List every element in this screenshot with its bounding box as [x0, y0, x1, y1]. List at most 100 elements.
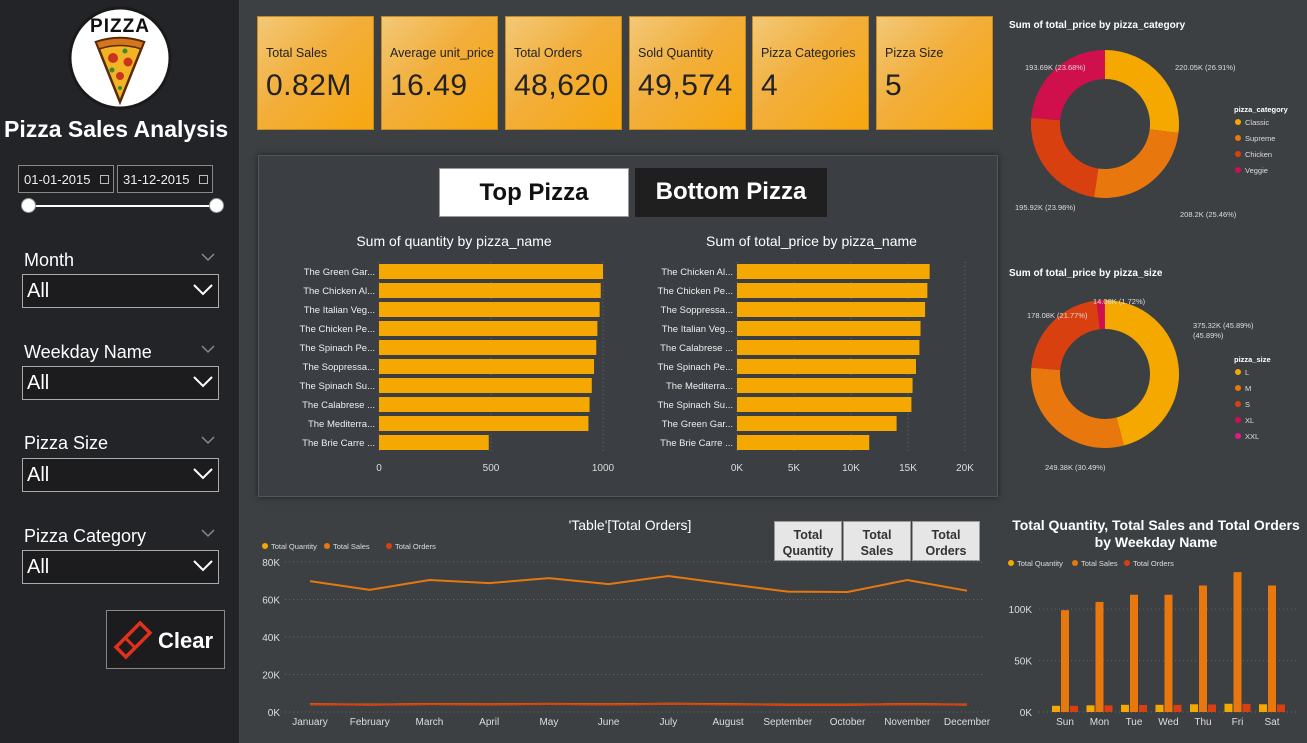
kpi-pizza-categories: Pizza Categories 4 [752, 16, 869, 130]
calendar-icon[interactable] [199, 175, 208, 184]
kpi-label: Pizza Categories [761, 46, 856, 60]
x-tick-label: July [659, 717, 677, 728]
size-donut-chart: 375.32K (45.89%) 249.38K (30.49%) 178.08K … [1027, 297, 1271, 472]
category-label: The Mediterra... [666, 381, 733, 392]
category-label: The Spinach Su... [299, 381, 375, 392]
calendar-icon[interactable] [100, 175, 109, 184]
chart-title: 'Table'[Total Orders] [568, 517, 692, 533]
collapse-chevron-icon[interactable] [200, 528, 216, 538]
bar [1233, 572, 1242, 712]
date-range-slider[interactable] [28, 205, 216, 207]
bar [1277, 704, 1285, 712]
filter-weekday-select[interactable]: All [22, 366, 219, 400]
collapse-chevron-icon[interactable] [200, 435, 216, 445]
bar [1155, 704, 1164, 712]
y-tick-label: 20K [262, 671, 280, 682]
category-label: The Soppressa... [661, 305, 733, 316]
bar [737, 378, 913, 393]
date-end-value: 31-12-2015 [123, 172, 190, 187]
bar [1268, 585, 1276, 712]
x-tick-label: February [350, 717, 390, 728]
date-start-value: 01-01-2015 [24, 172, 91, 187]
y-tick-label: 50K [1014, 657, 1032, 668]
legend-label: Supreme [1245, 134, 1275, 143]
bar [1224, 703, 1233, 712]
x-tick-label: 5K [788, 463, 801, 474]
bar [737, 416, 897, 431]
category-label: The Chicken Pe... [657, 286, 733, 297]
series-line [309, 702, 968, 706]
legend-label: XL [1245, 416, 1254, 425]
monthly-line-chart: Total Quantity Total Sales Total Orders 0K 2… [262, 542, 991, 728]
filter-weekday-label: Weekday Name [24, 342, 152, 362]
date-slider-start-handle[interactable] [21, 198, 36, 213]
bar [1052, 705, 1060, 712]
legend-swatch [1235, 167, 1241, 173]
x-tick-label: Sun [1056, 717, 1074, 728]
kpi-label: Pizza Size [885, 46, 944, 60]
x-tick-label: September [763, 717, 813, 728]
logo-text: PIZZA [90, 16, 150, 37]
x-tick-label: November [884, 717, 931, 728]
legend-label: Classic [1245, 118, 1269, 127]
pizza-logo: PIZZA [68, 6, 172, 110]
date-end-input[interactable]: 31-12-2015 [117, 165, 213, 193]
date-slider-end-handle[interactable] [209, 198, 224, 213]
clear-label: Clear [158, 628, 214, 653]
bar [1121, 704, 1129, 712]
legend-label: Total Quantity [1017, 559, 1063, 568]
donut-slice [1094, 129, 1179, 198]
legend-swatch [1235, 369, 1241, 375]
category-label: The Brie Carre ... [302, 438, 375, 449]
bar [1259, 704, 1267, 712]
bottom-pizza-button[interactable]: Bottom Pizza [635, 168, 827, 217]
chevron-down-icon [193, 560, 213, 572]
category-label: The Soppressa... [303, 362, 375, 373]
chart-title: Sum of total_price by pizza_category [1009, 20, 1186, 31]
kpi-value: 48,620 [514, 69, 609, 102]
y-tick-label: 60K [262, 596, 280, 607]
y-tick-label: 0K [268, 708, 281, 719]
chevron-down-icon [193, 376, 213, 388]
category-label: The Chicken Al... [661, 267, 733, 278]
bar [737, 302, 926, 317]
donut-slice [1031, 367, 1124, 448]
filter-month-select[interactable]: All [22, 274, 219, 308]
clear-filters-button[interactable]: Clear [106, 610, 225, 669]
top-pizza-button[interactable]: Top Pizza [439, 168, 629, 217]
x-tick-label: May [539, 717, 558, 728]
category-label: The Calabrese ... [302, 400, 375, 411]
x-tick-label: Fri [1232, 717, 1244, 728]
legend-label: Total Sales [1081, 559, 1118, 568]
slice-label: 220.05K (26.91%) [1175, 63, 1236, 72]
kpi-value: 16.49 [390, 69, 468, 102]
quantity-by-pizza-chart: 0 500 1000 The Green Gar... The Chicken Al..… [299, 262, 615, 474]
bar [1070, 705, 1078, 712]
date-start-input[interactable]: 01-01-2015 [18, 165, 114, 193]
x-tick-label: August [713, 717, 744, 728]
x-tick-label: June [598, 717, 620, 728]
category-label: The Spinach Pe... [299, 343, 375, 354]
category-label: The Green Gar... [304, 267, 375, 278]
bar [379, 416, 589, 431]
category-label: The Spinach Pe... [657, 362, 733, 373]
collapse-chevron-icon[interactable] [200, 344, 216, 354]
filter-weekday-value: All [27, 372, 50, 394]
category-label: The Mediterra... [308, 419, 375, 430]
filter-size-select[interactable]: All [22, 458, 219, 492]
kpi-average-unit-price: Average unit_price 16.49 [381, 16, 498, 130]
legend-swatch [1235, 119, 1241, 125]
slice-label: 375.32K (45.89%) [1193, 321, 1254, 330]
x-tick-label: Tue [1126, 717, 1143, 728]
filter-category-select[interactable]: All [22, 550, 219, 584]
x-tick-label: 10K [842, 463, 860, 474]
x-tick-label: 0K [731, 463, 744, 474]
legend-label: L [1245, 368, 1249, 377]
x-tick-label: January [292, 717, 328, 728]
kpi-pizza-size: Pizza Size 5 [876, 16, 993, 130]
collapse-chevron-icon[interactable] [200, 252, 216, 262]
chevron-down-icon [193, 284, 213, 296]
bar [1242, 703, 1251, 712]
category-label: The Chicken Al... [303, 286, 375, 297]
chart-title: Sum of quantity by pizza_name [356, 233, 552, 249]
